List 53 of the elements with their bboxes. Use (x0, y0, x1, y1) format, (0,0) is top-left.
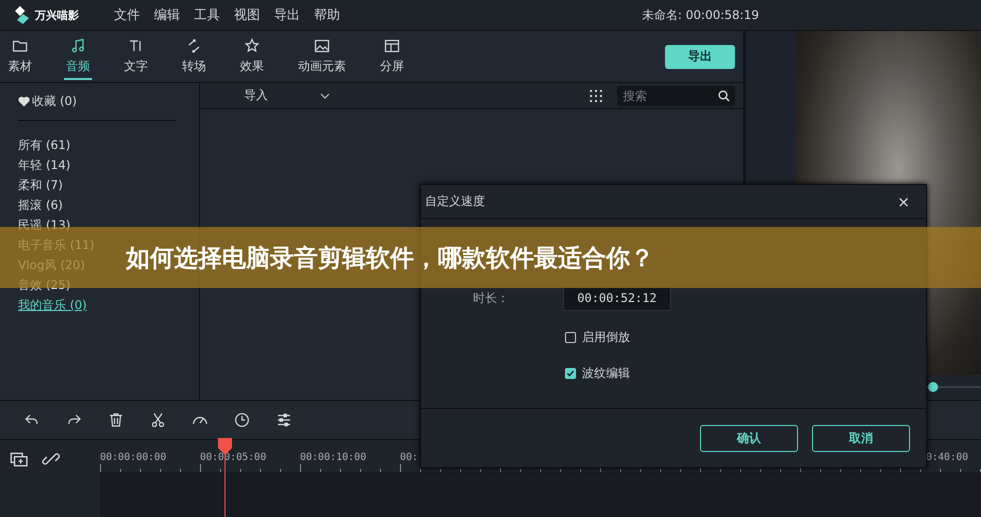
tab[interactable]: 效果 (238, 34, 266, 80)
confirm-button[interactable]: 确认 (700, 424, 798, 452)
export-button[interactable]: 导出 (665, 44, 735, 68)
menu-item[interactable]: 帮助 (314, 6, 340, 24)
favorites-item[interactable]: 收藏 (0) (32, 93, 77, 110)
add-track-icon (10, 450, 28, 468)
tab[interactable]: 动画元素 (296, 34, 348, 80)
menu-item[interactable]: 工具 (194, 6, 220, 24)
ruler-label: 00:00:10:00 (300, 452, 366, 463)
my-music-link[interactable]: 我的音乐 (0) (18, 295, 199, 315)
tab[interactable]: 素材 (6, 34, 34, 80)
layout-icon (384, 38, 400, 54)
menu-item[interactable]: 编辑 (154, 6, 180, 24)
category-item[interactable]: 柔和 (7) (18, 175, 199, 195)
import-dropdown[interactable]: 导入 (238, 86, 336, 105)
menu-item[interactable]: 视图 (234, 6, 260, 24)
search-icon (718, 90, 730, 102)
ruler-label: 0:40:00 (926, 452, 968, 463)
cancel-button[interactable]: 取消 (812, 424, 910, 452)
checkbox[interactable] (565, 368, 576, 378)
tab[interactable]: 音频 (64, 34, 92, 80)
project-time: 未命名: 00:00:58:19 (642, 6, 759, 24)
category-item[interactable]: 摇滚 (6) (18, 195, 199, 215)
menu-item[interactable]: 导出 (274, 6, 300, 24)
option-label: 波纹编辑 (582, 364, 630, 382)
category-item[interactable]: 年轻 (14) (18, 155, 199, 175)
checkbox[interactable] (565, 332, 576, 342)
close-button[interactable]: × (891, 192, 916, 212)
delete-icon (108, 412, 124, 428)
heart-icon (18, 96, 30, 107)
grid-icon[interactable] (589, 88, 603, 102)
clock-icon (234, 412, 250, 428)
chevron-icon (320, 92, 330, 98)
option-label: 启用倒放 (582, 328, 630, 346)
adjust-icon (276, 412, 292, 428)
image-icon (314, 38, 330, 54)
category-item[interactable]: 所有 (61) (18, 135, 199, 155)
ruler-label: 00:00:00:00 (100, 452, 166, 463)
music-note-icon (70, 38, 86, 54)
menu-item[interactable]: 文件 (114, 6, 140, 24)
tab[interactable]: 转场 (180, 34, 208, 80)
arrows-icon (186, 38, 202, 54)
tab[interactable]: 文字 (122, 34, 150, 80)
playback-handle[interactable] (928, 382, 938, 392)
tab[interactable]: 分屏 (378, 34, 406, 80)
search-field[interactable]: 搜索 (617, 86, 735, 106)
app-name: 万兴喵影 (35, 8, 79, 22)
logo-icon (14, 6, 30, 24)
ruler-label: 00: (400, 452, 418, 463)
dialog-title: 自定义速度 (425, 193, 485, 210)
star-icon (244, 38, 260, 54)
duration-label: 时长： (473, 290, 509, 304)
scissors-icon (150, 412, 166, 428)
